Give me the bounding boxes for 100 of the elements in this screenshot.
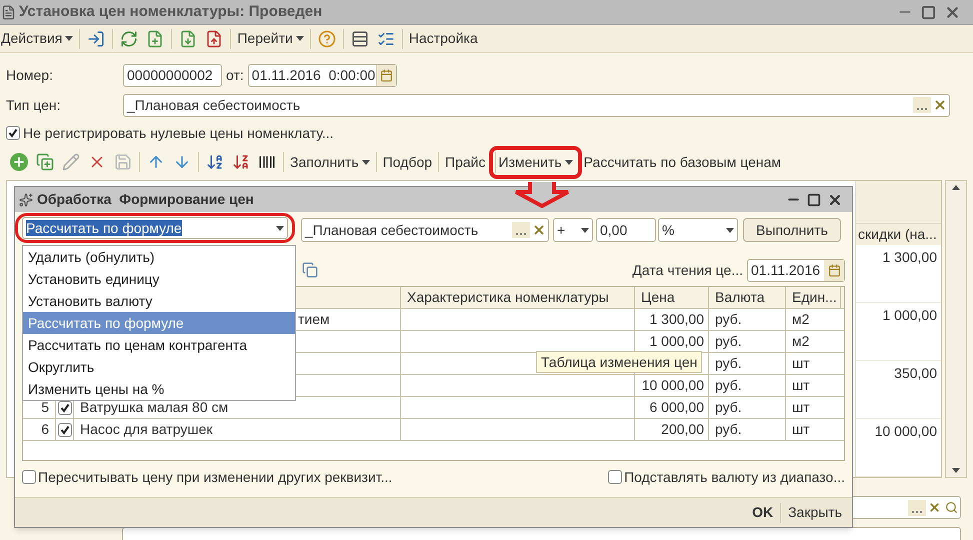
change-menu[interactable]: Изменить <box>494 152 576 172</box>
actions-menu[interactable]: Действия <box>0 28 76 49</box>
date-field[interactable]: 01.11.2016 <box>747 258 845 282</box>
add-icon[interactable] <box>10 153 28 171</box>
checkbox[interactable] <box>58 422 72 436</box>
field-label: Номер: <box>6 66 54 85</box>
barcode-icon[interactable] <box>258 153 276 171</box>
table-cell-text: тием <box>298 310 330 329</box>
table-cell-text: шт <box>792 376 810 395</box>
caret-icon <box>296 36 304 41</box>
checkbox[interactable] <box>6 126 20 140</box>
row-number: 6 <box>41 420 49 439</box>
checkbox-label: Не регистрировать нулевые цены номенклату... <box>23 124 334 143</box>
copy-icon[interactable] <box>302 262 318 278</box>
sort-ascending-icon[interactable] <box>206 153 224 171</box>
checkbox[interactable] <box>22 470 36 484</box>
ok-button[interactable]: OK <box>748 502 778 523</box>
table-cell-text: руб. <box>715 398 742 417</box>
clear-icon[interactable] <box>933 98 947 112</box>
settings-button[interactable]: Настройка <box>406 28 481 49</box>
column-header[interactable]: Валюта <box>709 287 786 308</box>
close-button[interactable]: Закрыть <box>784 502 846 523</box>
calculate-base-prices-button[interactable]: Рассчитать по базовым ценам <box>582 152 784 172</box>
table-cell-text: Ватрушка малая 80 см <box>80 398 228 417</box>
selection-button[interactable]: Подбор <box>380 152 436 172</box>
goto-menu[interactable]: Перейти <box>234 28 307 49</box>
maximize-icon[interactable] <box>807 192 821 206</box>
ellipsis-icon[interactable] <box>908 500 926 516</box>
field-label: Дата чтения це... <box>632 260 743 280</box>
table-cell-text: 10 000,00 <box>874 422 937 441</box>
combo-value: Рассчитать по формуле <box>26 220 182 236</box>
table-cell-text: 6 000,00 <box>650 398 704 417</box>
number-field[interactable]: 00000000002 <box>123 64 222 86</box>
dropdown-option[interactable]: Установить единицу <box>23 268 295 290</box>
caret-icon <box>581 228 589 232</box>
dropdown-option[interactable]: Удалить (обнулить) <box>23 246 295 268</box>
column-header: скидки (на... <box>856 224 941 245</box>
checkbox-label: Пересчитывать цену при изменении других реквизит... <box>38 468 392 487</box>
move-up-icon[interactable] <box>147 153 165 171</box>
add-document-icon[interactable] <box>146 30 164 48</box>
copy-icon[interactable] <box>36 153 54 171</box>
fill-menu[interactable]: Заполнить <box>287 152 373 172</box>
move-down-icon[interactable] <box>173 153 191 171</box>
table-cell-text: шт <box>792 420 810 439</box>
caret-icon <box>362 160 370 164</box>
search-icon[interactable] <box>945 501 958 514</box>
dropdown-option[interactable]: Изменить цены на % <box>23 378 295 400</box>
column-header[interactable]: Цена <box>635 287 709 308</box>
document-icon <box>1 4 16 20</box>
refresh-icon[interactable] <box>120 30 138 48</box>
checkbox[interactable] <box>58 400 72 414</box>
table-cell-text: руб. <box>715 354 742 373</box>
table-cell-text: 1 300,00 <box>882 248 937 267</box>
tooltip: Таблица изменения цен <box>536 351 702 373</box>
calendar-icon[interactable] <box>380 68 393 82</box>
scrollbar[interactable] <box>945 180 967 478</box>
table-cell-text: шт <box>792 354 810 373</box>
table-cell-text: 200,00 <box>661 420 704 439</box>
clear-icon[interactable] <box>532 223 546 237</box>
dropdown-option[interactable]: Рассчитать по ценам контрагента <box>23 334 295 356</box>
price-type-field[interactable]: _Плановая себестоимость <box>123 94 950 116</box>
maximize-icon[interactable] <box>921 4 936 20</box>
table-cell-text: м2 <box>792 310 810 329</box>
table-cell-text: руб. <box>715 310 742 329</box>
table-cell-text: руб. <box>715 376 742 395</box>
dropdown-option[interactable]: Установить валюту <box>23 290 295 312</box>
caret-icon <box>564 160 573 164</box>
operator-combo[interactable]: + <box>553 218 593 242</box>
price-type-field[interactable]: _Плановая себестоимость <box>301 218 549 242</box>
table-cell-text: 1 000,00 <box>650 332 704 351</box>
column-header[interactable]: Характеристика номенклатуры <box>401 287 635 308</box>
checkbox[interactable] <box>608 470 622 484</box>
action-combo[interactable]: Рассчитать по формуле <box>22 217 288 239</box>
caret-icon <box>65 36 74 41</box>
clear-icon[interactable] <box>928 501 941 514</box>
caret-icon <box>952 468 960 473</box>
calendar-icon[interactable] <box>828 264 840 276</box>
price-list-button[interactable]: Прайс <box>442 152 489 172</box>
dropdown-option[interactable]: Округлить <box>23 356 295 378</box>
table-cell-text: руб. <box>715 420 742 439</box>
caret-icon <box>276 226 284 230</box>
amount-field[interactable]: 0,00 <box>596 218 656 242</box>
ellipsis-icon[interactable] <box>512 222 530 238</box>
input-field[interactable] <box>851 496 961 519</box>
table-cell-text: Насос для ватрушек <box>80 420 212 439</box>
field-label: от: <box>226 66 244 84</box>
ellipsis-icon[interactable] <box>913 97 931 113</box>
date-field[interactable]: 01.11.2016 0:00:00 <box>248 64 397 86</box>
table-cell-text: шт <box>792 398 810 417</box>
execute-button[interactable]: Выполнить <box>743 218 841 242</box>
table-cell-text: руб. <box>715 332 742 351</box>
column-header[interactable]: Един... <box>786 287 841 308</box>
checkbox-label: Подставлять валюту из диапазо... <box>624 468 845 487</box>
window-title: Установка цен номенклатуры: Проведен <box>19 2 322 22</box>
sort-descending-icon[interactable] <box>232 153 250 171</box>
edit-icon[interactable] <box>62 153 80 171</box>
unit-combo[interactable]: % <box>658 218 738 242</box>
field-label: Тип цен: <box>6 96 62 115</box>
help-icon[interactable] <box>318 30 336 48</box>
rows-icon[interactable] <box>350 30 369 48</box>
